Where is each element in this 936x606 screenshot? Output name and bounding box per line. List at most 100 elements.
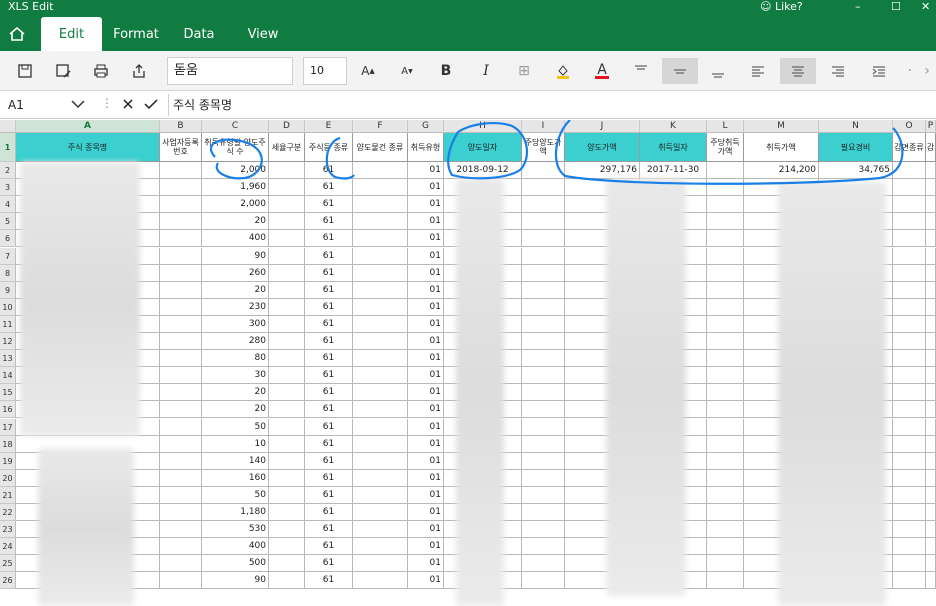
row-header[interactable]: 12 — [0, 333, 16, 351]
cell-c[interactable]: 260 — [202, 264, 269, 282]
cell-b[interactable] — [160, 384, 202, 402]
cell-p[interactable] — [926, 435, 936, 453]
cell-b[interactable] — [160, 162, 202, 180]
cell-f[interactable] — [353, 555, 408, 573]
cell-o[interactable] — [893, 298, 926, 316]
tab-format[interactable]: Format — [108, 17, 164, 51]
cell-e[interactable]: 61 — [305, 452, 353, 470]
cell-d[interactable] — [269, 298, 305, 316]
cell-f[interactable] — [353, 196, 408, 214]
share-icon[interactable] — [126, 58, 152, 84]
cell-d[interactable] — [269, 230, 305, 248]
cell-l[interactable] — [707, 401, 744, 419]
shrink-font-button[interactable]: A ▼ — [394, 58, 420, 84]
cell-g[interactable]: 01 — [408, 264, 444, 282]
cell-f[interactable] — [353, 179, 408, 197]
borders-icon[interactable]: ⊞ — [511, 58, 537, 84]
cell-c[interactable]: 2,000 — [202, 196, 269, 214]
cell-l[interactable] — [707, 367, 744, 385]
cell-b[interactable] — [160, 521, 202, 539]
cell-d[interactable] — [269, 452, 305, 470]
cell-c[interactable]: 20 — [202, 213, 269, 231]
row-header[interactable]: 24 — [0, 538, 16, 556]
cell-d[interactable] — [269, 521, 305, 539]
cell-g[interactable]: 01 — [408, 179, 444, 197]
cell-l[interactable] — [707, 452, 744, 470]
cell-o[interactable] — [893, 435, 926, 453]
print-icon[interactable] — [88, 58, 114, 84]
cell-h[interactable]: 2018-09-12 — [444, 162, 522, 180]
cell-c[interactable]: 2,000 — [202, 162, 269, 180]
cell-d[interactable] — [269, 538, 305, 556]
cell-e[interactable]: 61 — [305, 469, 353, 487]
cell-l[interactable] — [707, 435, 744, 453]
fill-color-icon[interactable] — [550, 58, 576, 84]
cell-o[interactable] — [893, 162, 926, 180]
cell-i[interactable] — [522, 367, 565, 385]
cell-b[interactable] — [160, 298, 202, 316]
cell-p[interactable] — [926, 281, 936, 299]
cell-o[interactable] — [893, 367, 926, 385]
cell-c[interactable]: 280 — [202, 333, 269, 351]
select-all-corner[interactable] — [0, 120, 16, 133]
row-header[interactable]: 2 — [0, 162, 16, 180]
cell-e[interactable]: 61 — [305, 555, 353, 573]
cell-l[interactable] — [707, 315, 744, 333]
cell-i[interactable] — [522, 162, 565, 180]
cell-b[interactable] — [160, 555, 202, 573]
cell-f[interactable] — [353, 401, 408, 419]
cell-c[interactable]: 230 — [202, 298, 269, 316]
cell-g[interactable]: 01 — [408, 213, 444, 231]
column-header-p[interactable]: P — [926, 120, 936, 133]
row-header[interactable]: 3 — [0, 179, 16, 197]
cell-o[interactable] — [893, 196, 926, 214]
cell-b[interactable] — [160, 315, 202, 333]
cell-o[interactable] — [893, 486, 926, 504]
cell-e[interactable]: 61 — [305, 538, 353, 556]
column-header-h[interactable]: H — [444, 120, 522, 133]
cell-c[interactable]: 80 — [202, 350, 269, 368]
cell-o[interactable] — [893, 418, 926, 436]
column-header-k[interactable]: K — [640, 120, 707, 133]
like-button[interactable]: ☺ Like? — [760, 0, 803, 14]
header-cell-l[interactable]: 주당취득가액 — [707, 133, 744, 162]
cell-b[interactable] — [160, 179, 202, 197]
cell-l[interactable] — [707, 572, 744, 590]
cell-g[interactable]: 01 — [408, 367, 444, 385]
cell-i[interactable] — [522, 486, 565, 504]
header-cell-n[interactable]: 필요경비 — [819, 133, 893, 162]
cell-g[interactable]: 01 — [408, 469, 444, 487]
cell-i[interactable] — [522, 572, 565, 590]
cell-b[interactable] — [160, 469, 202, 487]
cell-d[interactable] — [269, 315, 305, 333]
cell-o[interactable] — [893, 504, 926, 522]
cell-c[interactable]: 20 — [202, 281, 269, 299]
cell-i[interactable] — [522, 538, 565, 556]
cell-p[interactable] — [926, 298, 936, 316]
cell-c[interactable]: 1,960 — [202, 179, 269, 197]
cell-f[interactable] — [353, 367, 408, 385]
header-cell-d[interactable]: 세율구분 — [269, 133, 305, 162]
cell-f[interactable] — [353, 486, 408, 504]
cell-f[interactable] — [353, 264, 408, 282]
align-middle-icon[interactable] — [662, 58, 698, 84]
cell-e[interactable]: 61 — [305, 298, 353, 316]
cell-i[interactable] — [522, 401, 565, 419]
cell-p[interactable] — [926, 213, 936, 231]
cell-p[interactable] — [926, 315, 936, 333]
cell-f[interactable] — [353, 452, 408, 470]
cell-l[interactable] — [707, 418, 744, 436]
cell-d[interactable] — [269, 213, 305, 231]
cell-p[interactable] — [926, 572, 936, 590]
row-header[interactable]: 9 — [0, 281, 16, 299]
cell-i[interactable] — [522, 315, 565, 333]
cell-b[interactable] — [160, 572, 202, 590]
row-header[interactable]: 18 — [0, 435, 16, 453]
cell-j[interactable]: 297,176 — [565, 162, 640, 180]
cell-g[interactable]: 01 — [408, 418, 444, 436]
close-button[interactable]: ✕ — [921, 0, 930, 14]
cell-g[interactable]: 01 — [408, 538, 444, 556]
cell-g[interactable]: 01 — [408, 572, 444, 590]
row-header[interactable]: 7 — [0, 247, 16, 265]
cell-f[interactable] — [353, 315, 408, 333]
